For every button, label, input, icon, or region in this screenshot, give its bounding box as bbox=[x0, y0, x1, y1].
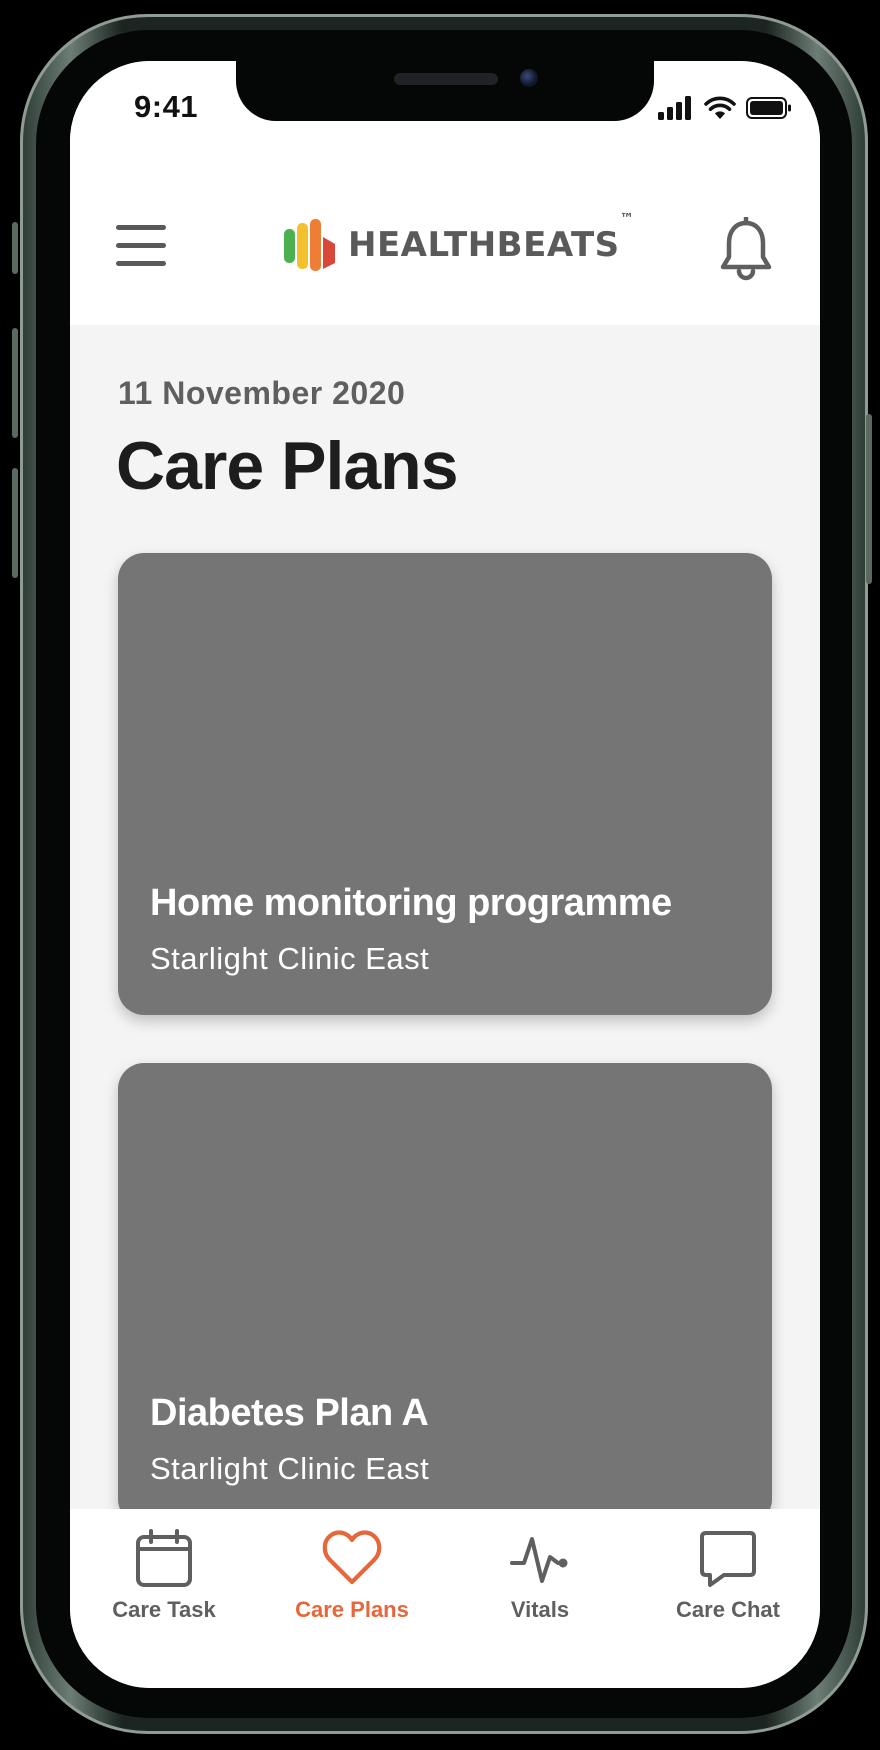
app-logo: HEALTHBEATS™ bbox=[282, 211, 634, 275]
care-plan-card[interactable]: Home monitoring programme Starlight Clin… bbox=[118, 553, 772, 1015]
care-plan-name: Home monitoring programme bbox=[150, 882, 672, 924]
notifications-button[interactable] bbox=[718, 215, 774, 281]
menu-button[interactable] bbox=[116, 225, 166, 267]
cellular-signal-icon bbox=[658, 96, 691, 120]
phone-screen: 9:41 HEALTHBEATS™ 11 November 2020 Care … bbox=[70, 61, 820, 1688]
current-date: 11 November 2020 bbox=[118, 375, 406, 411]
care-plan-clinic: Starlight Clinic East bbox=[150, 1451, 430, 1486]
bottom-tab-bar: Care Task Care Plans Vitals Care Chat bbox=[70, 1509, 820, 1688]
brand-name: HEALTHBEATS™ bbox=[348, 211, 634, 265]
tab-care-task[interactable]: Care Task bbox=[70, 1523, 258, 1643]
volume-down-button bbox=[12, 468, 18, 578]
status-icons bbox=[658, 93, 792, 123]
heart-icon bbox=[322, 1530, 382, 1585]
notch bbox=[236, 61, 654, 121]
trademark-symbol: ™ bbox=[619, 211, 635, 227]
care-plan-name: Diabetes Plan A bbox=[150, 1392, 429, 1434]
tab-label: Care Task bbox=[112, 1597, 216, 1622]
tab-label: Care Chat bbox=[676, 1597, 780, 1622]
front-camera bbox=[520, 69, 538, 87]
tab-care-chat[interactable]: Care Chat bbox=[634, 1523, 820, 1643]
pulse-icon bbox=[510, 1537, 568, 1583]
volume-up-button bbox=[12, 328, 18, 438]
earpiece-speaker bbox=[394, 73, 498, 85]
tab-vitals[interactable]: Vitals bbox=[446, 1523, 634, 1643]
app-header: HEALTHBEATS™ bbox=[70, 161, 820, 325]
wifi-icon bbox=[704, 96, 736, 119]
healthbeats-logo-icon bbox=[284, 219, 335, 271]
silent-switch bbox=[12, 222, 18, 274]
care-plan-clinic: Starlight Clinic East bbox=[150, 941, 430, 976]
care-plan-card[interactable]: Diabetes Plan A Starlight Clinic East bbox=[118, 1063, 772, 1525]
tab-label: Vitals bbox=[510, 1597, 570, 1622]
tab-label: Care Plans bbox=[295, 1597, 409, 1622]
page-title: Care Plans bbox=[116, 428, 459, 504]
hamburger-icon bbox=[116, 225, 166, 230]
power-button bbox=[866, 414, 872, 584]
calendar-icon bbox=[136, 1529, 192, 1587]
tab-care-plans[interactable]: Care Plans bbox=[258, 1523, 446, 1643]
hamburger-icon bbox=[116, 243, 166, 248]
bell-icon bbox=[720, 215, 772, 281]
main-content: 11 November 2020 Care Plans Home monitor… bbox=[70, 325, 820, 1573]
battery-icon bbox=[746, 97, 791, 119]
chat-bubble-icon bbox=[700, 1531, 756, 1587]
status-time: 9:41 bbox=[134, 89, 199, 124]
hamburger-icon bbox=[116, 261, 166, 266]
brand-wordmark: HEALTHBEATS bbox=[348, 225, 620, 265]
